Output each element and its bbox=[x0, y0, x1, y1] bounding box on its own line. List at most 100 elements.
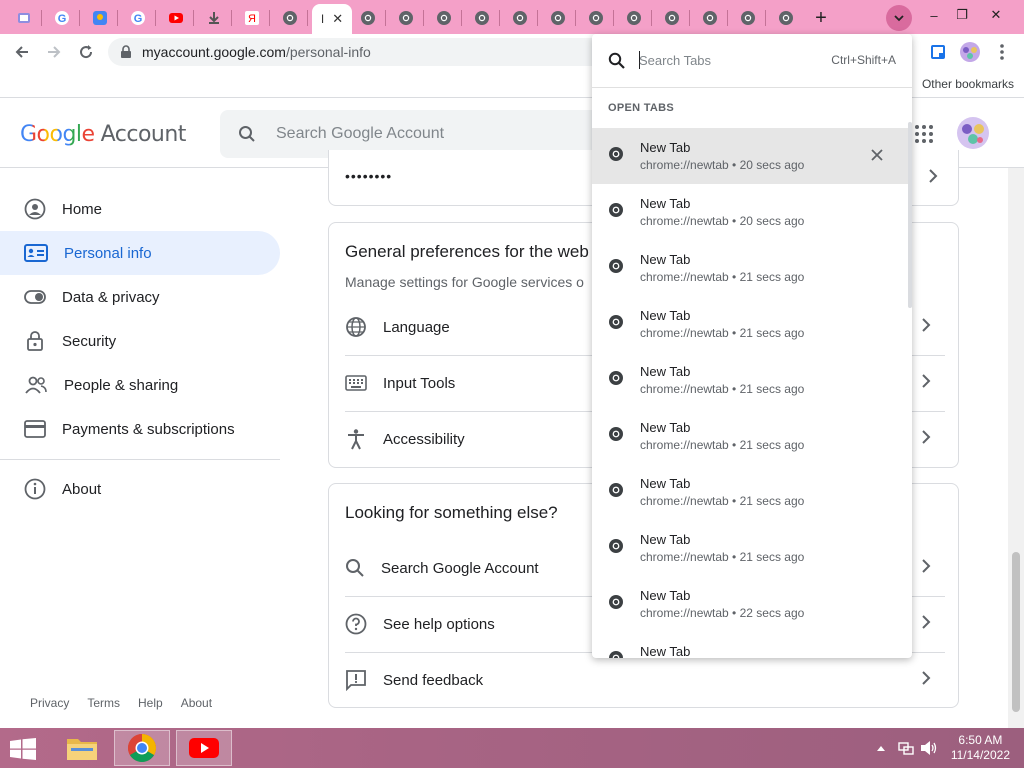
tab-result-item[interactable]: New Tab chrome://newtab • 20 secs ago bbox=[592, 128, 908, 184]
tab-5[interactable] bbox=[158, 4, 194, 32]
sidebar-item-home[interactable]: Home bbox=[0, 187, 280, 231]
minimize-button[interactable]: – bbox=[920, 3, 948, 27]
url-text: myaccount.google.com/personal-info bbox=[142, 44, 371, 60]
chrome-icon bbox=[627, 11, 641, 25]
toggle-icon bbox=[24, 290, 46, 304]
chevron-right-icon bbox=[922, 559, 931, 573]
tab-result-title: New Tab bbox=[640, 252, 691, 267]
sidebar-item-about[interactable]: About bbox=[0, 467, 280, 511]
tab-20[interactable] bbox=[768, 4, 804, 32]
tab-10[interactable] bbox=[388, 4, 424, 32]
tab-3[interactable] bbox=[82, 4, 118, 32]
tab-12[interactable] bbox=[464, 4, 500, 32]
sidebar-item-people-sharing[interactable]: People & sharing bbox=[0, 363, 280, 407]
chevron-right-icon bbox=[922, 318, 931, 332]
clock-date: 11/14/2022 bbox=[950, 748, 1010, 762]
tab-11[interactable] bbox=[426, 4, 462, 32]
tab-13[interactable] bbox=[502, 4, 538, 32]
send-feedback-row[interactable]: Send feedback bbox=[345, 652, 945, 708]
url-host: myaccount.google.com bbox=[142, 44, 286, 60]
chrome-icon bbox=[475, 11, 489, 25]
tab-result-item[interactable]: New Tab chrome://newtab • 20 secs ago bbox=[592, 184, 908, 240]
tab-result-meta: chrome://newtab • 21 secs ago bbox=[640, 550, 805, 564]
maximize-button[interactable]: ❐ bbox=[948, 3, 976, 27]
file-explorer-button[interactable] bbox=[54, 730, 110, 766]
tab-result-meta: chrome://newtab • 22 secs ago bbox=[640, 606, 805, 620]
chevron-right-icon bbox=[922, 374, 931, 388]
apps-grid-icon[interactable] bbox=[914, 124, 934, 144]
tab-17[interactable] bbox=[654, 4, 690, 32]
chrome-icon bbox=[128, 734, 156, 762]
address-bar[interactable]: myaccount.google.com/personal-info bbox=[108, 38, 608, 66]
tab-14[interactable] bbox=[540, 4, 576, 32]
popup-scroll-thumb[interactable] bbox=[908, 122, 912, 308]
extension-icon bbox=[931, 45, 945, 59]
arrow-left-icon bbox=[15, 46, 28, 58]
tab-19[interactable] bbox=[730, 4, 766, 32]
footer-link-terms[interactable]: Terms bbox=[87, 696, 120, 710]
new-tab-button[interactable]: + bbox=[808, 6, 834, 30]
tab-1[interactable] bbox=[6, 4, 42, 32]
app-icon bbox=[18, 13, 30, 23]
tab-18[interactable] bbox=[692, 4, 728, 32]
tab-active[interactable]: I ✕ bbox=[312, 4, 352, 34]
tab-result-item[interactable]: New Tab chrome://newtab • 21 secs ago bbox=[592, 464, 908, 520]
system-clock[interactable]: 6:50 AM 11/14/2022 bbox=[951, 733, 1010, 763]
tab-6[interactable] bbox=[196, 4, 232, 32]
chevron-right-icon bbox=[929, 169, 938, 183]
menu-button[interactable] bbox=[990, 40, 1014, 64]
other-bookmarks[interactable]: Other bookmarks bbox=[922, 77, 1014, 91]
footer-link-help[interactable]: Help bbox=[138, 696, 163, 710]
volume-icon[interactable] bbox=[920, 740, 938, 756]
sidebar-item-data-privacy[interactable]: Data & privacy bbox=[0, 275, 280, 319]
page-scrollbar[interactable] bbox=[1008, 168, 1024, 728]
tab-result-item[interactable]: New Tab chrome://newtab • 22 secs ago bbox=[592, 576, 908, 632]
chrome-taskbar-button[interactable] bbox=[114, 730, 170, 766]
close-tab-icon[interactable]: ✕ bbox=[332, 11, 343, 27]
tab-8[interactable] bbox=[272, 4, 308, 32]
back-button[interactable] bbox=[10, 40, 34, 64]
sidebar-item-personal-info[interactable]: Personal info bbox=[0, 231, 280, 275]
feedback-icon bbox=[346, 670, 366, 691]
tab-result-item[interactable]: New Tab bbox=[592, 632, 908, 658]
tray-chevron-up-icon[interactable] bbox=[876, 744, 886, 752]
youtube-taskbar-button[interactable] bbox=[176, 730, 232, 766]
reload-button[interactable] bbox=[74, 40, 98, 64]
windows-start-icon[interactable] bbox=[10, 738, 36, 760]
google-account-logo[interactable]: Google Account bbox=[20, 122, 186, 147]
extension-button[interactable] bbox=[926, 40, 950, 64]
tab-result-item[interactable]: New Tab chrome://newtab • 21 secs ago bbox=[592, 520, 908, 576]
tab-search-input[interactable]: Search Tabs Ctrl+Shift+A bbox=[592, 34, 912, 88]
tab-result-item[interactable]: New Tab chrome://newtab • 21 secs ago bbox=[592, 296, 908, 352]
network-icon[interactable] bbox=[898, 740, 914, 756]
profile-button[interactable] bbox=[958, 40, 982, 64]
tab-search-button[interactable] bbox=[886, 5, 912, 31]
close-icon[interactable] bbox=[870, 148, 884, 162]
tab-16[interactable] bbox=[616, 4, 652, 32]
footer-link-about[interactable]: About bbox=[181, 696, 212, 710]
close-window-button[interactable]: ✕ bbox=[982, 3, 1010, 27]
tab-2[interactable]: G bbox=[44, 4, 80, 32]
account-avatar[interactable] bbox=[956, 116, 990, 150]
tab-result-item[interactable]: New Tab chrome://newtab • 21 secs ago bbox=[592, 352, 908, 408]
avatar bbox=[960, 42, 980, 62]
chevron-down-icon bbox=[894, 15, 904, 22]
tab-9[interactable] bbox=[350, 4, 386, 32]
accessibility-icon bbox=[348, 429, 364, 450]
tab-4[interactable]: G bbox=[120, 4, 156, 32]
tab-result-item[interactable]: New Tab chrome://newtab • 21 secs ago bbox=[592, 240, 908, 296]
tab-7[interactable]: Я bbox=[234, 4, 270, 32]
svg-text:Я: Я bbox=[248, 13, 256, 25]
sidebar-divider bbox=[0, 459, 280, 460]
page-scroll-thumb[interactable] bbox=[1012, 552, 1020, 712]
forward-button[interactable] bbox=[42, 40, 66, 64]
footer-link-privacy[interactable]: Privacy bbox=[30, 696, 69, 710]
sidebar-item-security[interactable]: Security bbox=[0, 319, 280, 363]
tab-15[interactable] bbox=[578, 4, 614, 32]
globe-icon bbox=[346, 317, 366, 337]
sidebar-item-payments[interactable]: Payments & subscriptions bbox=[0, 407, 280, 451]
chrome-icon bbox=[609, 259, 623, 273]
row-label: Input Tools bbox=[383, 374, 456, 392]
tab-result-item[interactable]: New Tab chrome://newtab • 21 secs ago bbox=[592, 408, 908, 464]
tab-result-meta: chrome://newtab • 20 secs ago bbox=[640, 214, 805, 228]
